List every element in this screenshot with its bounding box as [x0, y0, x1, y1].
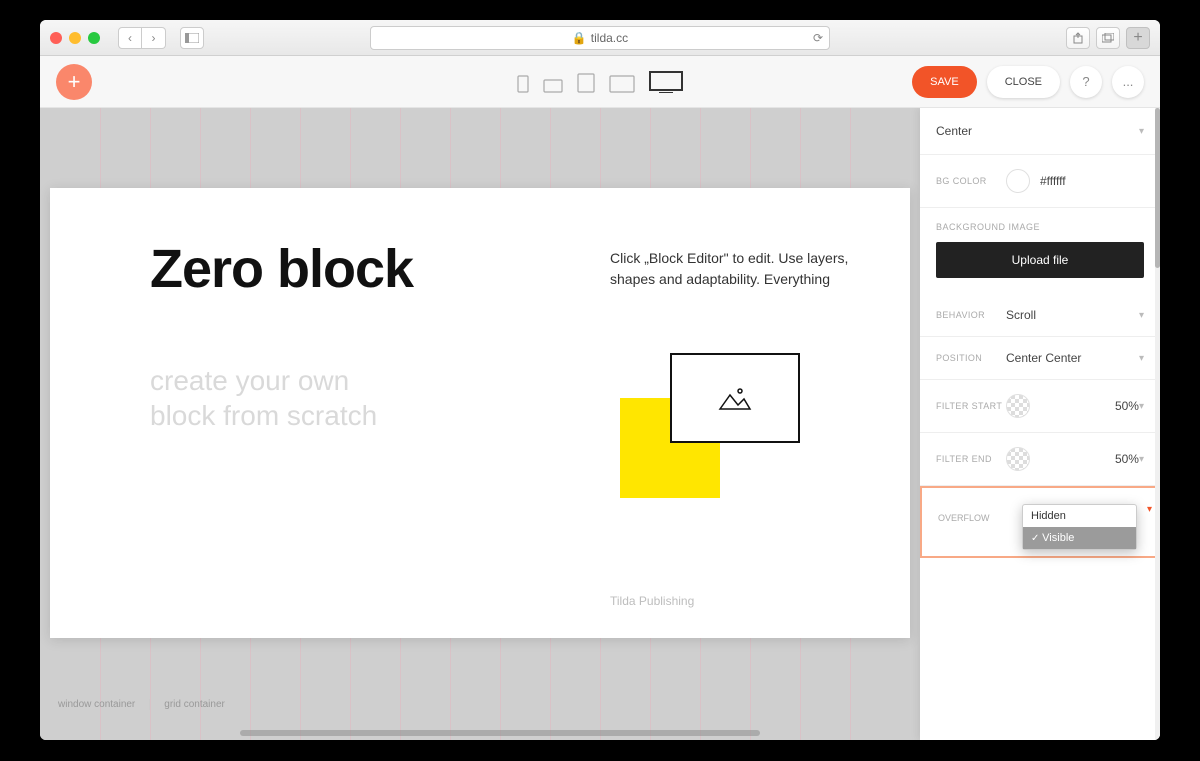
horizontal-scrollbar[interactable] — [240, 730, 760, 736]
image-icon — [718, 385, 752, 411]
reload-icon[interactable]: ⟳ — [813, 31, 823, 45]
url-bar[interactable]: 🔒 tilda.cc ⟳ — [370, 26, 830, 50]
bgimage-section-label: BACKGROUND IMAGE — [920, 208, 1160, 242]
position-value: Center Center — [1006, 351, 1139, 365]
scrollbar-thumb[interactable] — [1155, 108, 1160, 268]
url-text: tilda.cc — [591, 31, 628, 45]
device-switcher — [517, 71, 683, 93]
align-value: Center — [936, 124, 1139, 138]
device-mobile-landscape-icon[interactable] — [543, 79, 563, 93]
filter-start-row[interactable]: FILTER START 50% ▾ — [920, 380, 1160, 433]
upload-file-button[interactable]: Upload file — [936, 242, 1144, 278]
chevron-down-icon: ▾ — [1139, 401, 1144, 412]
hero-subtitle[interactable]: create your own block from scratch — [150, 363, 377, 433]
new-tab-button[interactable]: + — [1126, 27, 1150, 49]
filter-end-swatch[interactable] — [1006, 447, 1030, 471]
browser-window: ‹ › 🔒 tilda.cc ⟳ + + SAVE — [40, 20, 1160, 740]
filter-end-label: FILTER END — [936, 454, 1006, 464]
bgcolor-label: BG COLOR — [936, 176, 1006, 186]
dropdown-caret-icon: ▾ — [1147, 504, 1152, 515]
hero-title[interactable]: Zero block — [150, 238, 413, 300]
device-mobile-icon[interactable] — [517, 75, 529, 93]
overflow-option-visible[interactable]: Visible — [1023, 527, 1136, 549]
filter-start-label: FILTER START — [936, 401, 1006, 411]
image-placeholder[interactable] — [670, 353, 800, 443]
canvas[interactable]: Zero block create your own block from sc… — [40, 108, 1160, 740]
share-icon[interactable] — [1066, 27, 1090, 49]
traffic-lights — [50, 32, 100, 44]
app-toolbar: + SAVE CLOSE ? ... — [40, 56, 1160, 108]
lock-icon: 🔒 — [572, 31, 587, 45]
bgcolor-row[interactable]: BG COLOR #ffffff — [920, 155, 1160, 208]
save-button[interactable]: SAVE — [912, 66, 977, 98]
zero-block[interactable]: Zero block create your own block from sc… — [50, 188, 910, 638]
forward-button[interactable]: › — [142, 27, 166, 49]
nav-arrows: ‹ › — [118, 27, 166, 49]
chevron-down-icon: ▾ — [1139, 126, 1144, 137]
filter-start-value: 50% — [1040, 399, 1139, 413]
tabs-icon[interactable] — [1096, 27, 1120, 49]
chevron-down-icon: ▾ — [1139, 310, 1144, 321]
overflow-row[interactable]: OVERFLOW Hidden Visible ▾ — [920, 486, 1160, 558]
minimize-window-icon[interactable] — [69, 32, 81, 44]
sidebar-toggle-icon[interactable] — [180, 27, 204, 49]
behavior-label: BEHAVIOR — [936, 310, 1006, 320]
overflow-label: OVERFLOW — [938, 513, 990, 523]
align-row[interactable]: Center ▾ — [920, 108, 1160, 155]
device-tablet-icon[interactable] — [577, 73, 595, 93]
filter-end-value: 50% — [1040, 452, 1139, 466]
device-desktop-icon[interactable] — [649, 71, 683, 93]
panel-scrollbar[interactable] — [1155, 108, 1160, 740]
position-label: POSITION — [936, 353, 1006, 363]
position-row[interactable]: POSITION Center Center ▾ — [920, 337, 1160, 380]
description-text[interactable]: Click „Block Editor" to edit. Use layers… — [610, 248, 890, 290]
more-button[interactable]: ... — [1112, 66, 1144, 98]
close-window-icon[interactable] — [50, 32, 62, 44]
back-button[interactable]: ‹ — [118, 27, 142, 49]
titlebar: ‹ › 🔒 tilda.cc ⟳ + — [40, 20, 1160, 56]
properties-panel: Center ▾ BG COLOR #ffffff BACKGROUND IMA… — [920, 108, 1160, 740]
filter-end-row[interactable]: FILTER END 50% ▾ — [920, 433, 1160, 486]
footer-caption[interactable]: Tilda Publishing — [610, 594, 694, 608]
maximize-window-icon[interactable] — [88, 32, 100, 44]
overflow-option-hidden[interactable]: Hidden — [1023, 505, 1136, 527]
filter-start-swatch[interactable] — [1006, 394, 1030, 418]
overflow-dropdown[interactable]: Hidden Visible — [1022, 504, 1137, 550]
behavior-row[interactable]: BEHAVIOR Scroll ▾ — [920, 294, 1160, 337]
behavior-value: Scroll — [1006, 308, 1139, 322]
chevron-down-icon: ▾ — [1139, 454, 1144, 465]
chevron-down-icon: ▾ — [1139, 353, 1144, 364]
help-button[interactable]: ? — [1070, 66, 1102, 98]
grid-container-label[interactable]: grid container — [164, 699, 239, 710]
add-block-button[interactable]: + — [56, 64, 92, 100]
bgcolor-value: #ffffff — [1040, 174, 1144, 188]
window-container-label[interactable]: window container — [58, 699, 150, 710]
color-swatch[interactable] — [1006, 169, 1030, 193]
close-button[interactable]: CLOSE — [987, 66, 1060, 98]
container-labels: window container grid container — [58, 699, 239, 710]
device-tablet-landscape-icon[interactable] — [609, 75, 635, 93]
